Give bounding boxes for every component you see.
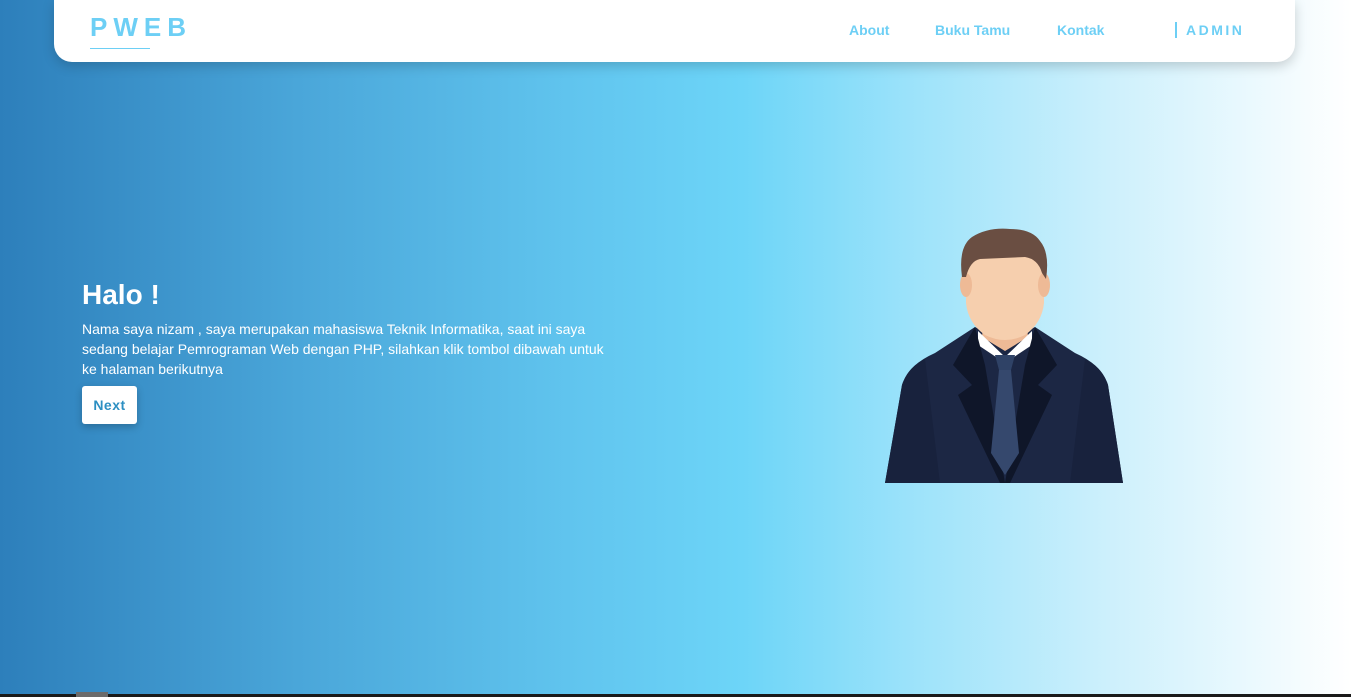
bottom-scroll-thumb [76, 692, 108, 697]
businessman-avatar-icon [885, 228, 1123, 483]
nav-about-link[interactable]: About [849, 22, 889, 38]
brand-logo[interactable]: PWEB [90, 12, 192, 42]
hero-title: Halo ! [82, 279, 160, 310]
nav-buku-tamu-link[interactable]: Buku Tamu [935, 22, 1010, 38]
hero-description: Nama saya nizam , saya merupakan mahasis… [82, 321, 604, 377]
nav-divider [1175, 22, 1177, 38]
next-button[interactable]: Next [82, 386, 137, 424]
brand-underline [90, 48, 150, 49]
nav-kontak-link[interactable]: Kontak [1057, 22, 1104, 38]
top-navbar: PWEB About Buku Tamu Kontak ADMIN [54, 0, 1295, 62]
nav-admin-link[interactable]: ADMIN [1186, 22, 1244, 38]
